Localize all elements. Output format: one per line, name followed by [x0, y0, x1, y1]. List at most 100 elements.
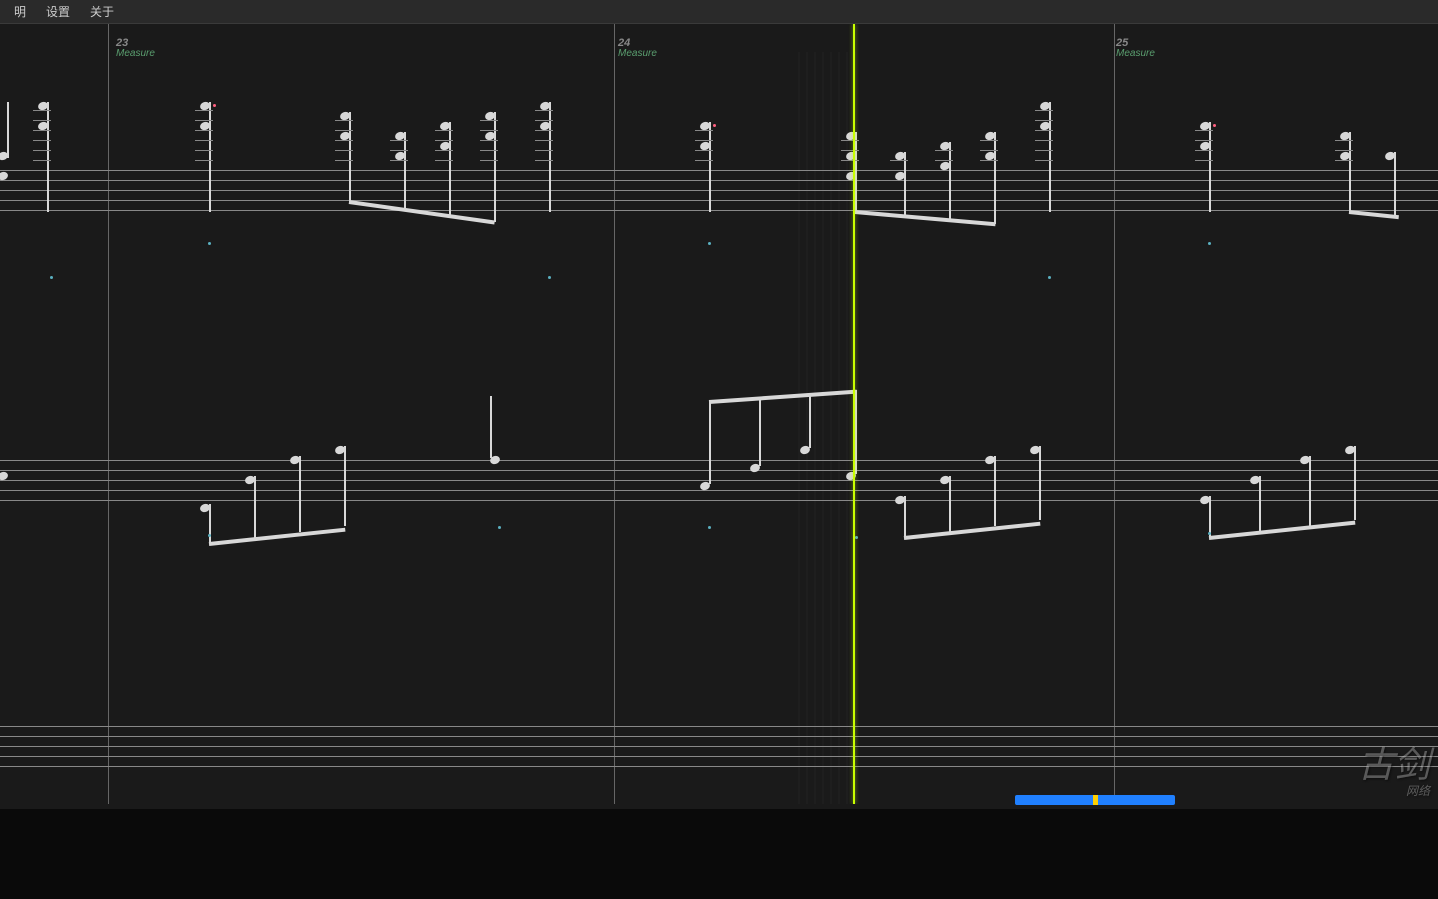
ledger — [195, 160, 213, 161]
ledger — [841, 160, 859, 161]
stem — [759, 398, 761, 466]
expression-dot — [1208, 242, 1211, 245]
beam — [209, 528, 346, 546]
ledger — [390, 150, 408, 151]
ledger — [33, 130, 51, 131]
highlight-dot — [1213, 124, 1216, 127]
stem — [1309, 456, 1311, 526]
ledger — [480, 160, 498, 161]
ledger — [390, 140, 408, 141]
scroll-track[interactable] — [1015, 795, 1175, 805]
ledger — [195, 110, 213, 111]
barline — [614, 24, 615, 804]
barline — [108, 24, 109, 804]
scroll-thumb[interactable] — [1093, 795, 1098, 805]
stem — [949, 476, 951, 532]
ledger — [33, 110, 51, 111]
ledger — [935, 150, 953, 151]
ledger — [33, 120, 51, 121]
ledger — [841, 150, 859, 151]
ledger — [195, 120, 213, 121]
ledger — [435, 160, 453, 161]
ledger — [535, 120, 553, 121]
expression-dot — [50, 276, 53, 279]
ledger — [1035, 110, 1053, 111]
ledger — [335, 150, 353, 151]
menu-settings[interactable]: 设置 — [36, 0, 80, 24]
ledger — [390, 160, 408, 161]
measure-text: Measure — [1116, 49, 1155, 59]
beam — [904, 522, 1041, 540]
menu-item-1[interactable]: 明 — [4, 0, 36, 24]
stem — [1259, 476, 1261, 532]
ledger — [695, 130, 713, 131]
menubar: 明 设置 关于 — [0, 0, 1438, 24]
stem — [709, 122, 711, 212]
ledger — [980, 160, 998, 161]
ledger — [480, 150, 498, 151]
stripe-region — [798, 52, 858, 804]
ledger — [1195, 150, 1213, 151]
expression-dot — [1208, 532, 1211, 535]
ledger — [1195, 140, 1213, 141]
stem — [344, 446, 346, 526]
ledger — [33, 160, 51, 161]
expression-dot — [208, 242, 211, 245]
ledger — [195, 150, 213, 151]
stem — [904, 152, 906, 216]
ledger — [1335, 140, 1353, 141]
ledger — [535, 110, 553, 111]
ledger — [335, 160, 353, 161]
stem — [1049, 102, 1051, 212]
ledger — [935, 160, 953, 161]
ledger — [1335, 160, 1353, 161]
measure-label-24: 24 Measure — [618, 38, 657, 59]
stem — [994, 456, 996, 526]
ledger — [33, 140, 51, 141]
expression-dot — [855, 536, 858, 539]
ledger — [435, 140, 453, 141]
stem — [494, 112, 496, 222]
highlight-dot — [713, 124, 716, 127]
ledger — [335, 140, 353, 141]
ledger — [695, 140, 713, 141]
stem — [1349, 132, 1351, 212]
measure-text: Measure — [618, 49, 657, 59]
expression-dot — [208, 534, 211, 537]
stem — [1039, 446, 1041, 520]
ledger — [980, 150, 998, 151]
stem — [209, 102, 211, 212]
ledger — [1195, 160, 1213, 161]
stem — [449, 122, 451, 216]
stem — [1209, 122, 1211, 212]
stem — [1354, 446, 1356, 520]
beam — [1349, 210, 1399, 219]
playhead[interactable] — [853, 24, 855, 804]
menu-about[interactable]: 关于 — [80, 0, 124, 24]
ledger — [480, 120, 498, 121]
stem — [1394, 152, 1396, 216]
ledger — [1335, 150, 1353, 151]
ledger — [890, 160, 908, 161]
measure-label-23: 23 Measure — [116, 38, 155, 59]
score-area[interactable]: 23 Measure 24 Measure 25 Measure — [0, 24, 1438, 804]
stem — [404, 132, 406, 210]
stem — [299, 456, 301, 532]
ledger — [695, 150, 713, 151]
measure-text: Measure — [116, 49, 155, 59]
highlight-dot — [213, 104, 216, 107]
ledger — [980, 140, 998, 141]
barline — [1114, 24, 1115, 804]
ledger — [480, 130, 498, 131]
ledger — [695, 160, 713, 161]
beam — [1209, 521, 1356, 540]
ledger — [195, 140, 213, 141]
beam — [349, 200, 495, 224]
stem — [949, 142, 951, 220]
ledger — [535, 150, 553, 151]
ledger — [535, 140, 553, 141]
stem — [904, 496, 906, 538]
beam — [855, 210, 996, 226]
ledger — [535, 160, 553, 161]
stem — [994, 132, 996, 224]
